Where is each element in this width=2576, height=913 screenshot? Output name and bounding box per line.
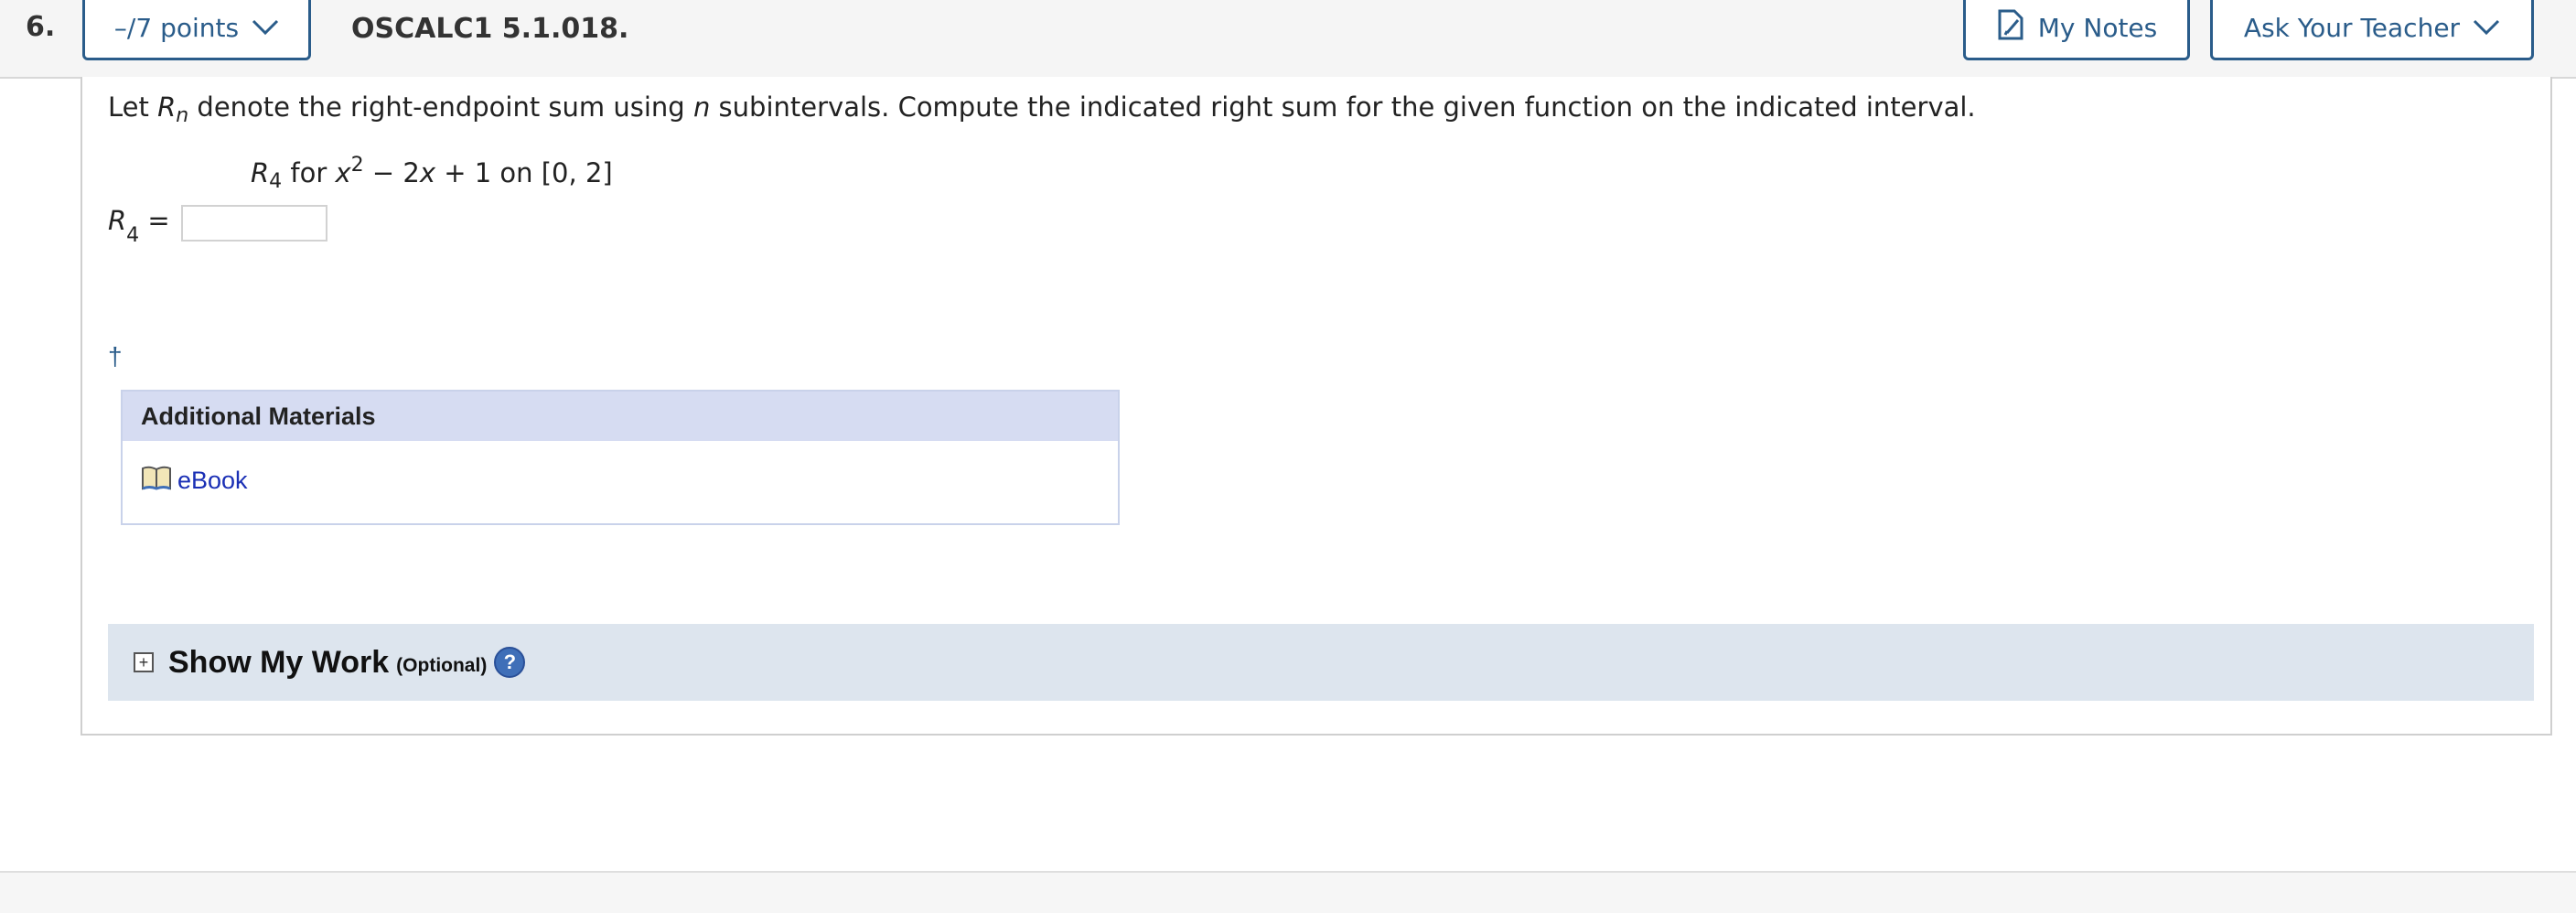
ebook-link[interactable]: eBook — [141, 465, 248, 497]
notes-icon — [1996, 9, 2025, 47]
ask-teacher-label: Ask Your Teacher — [2243, 12, 2461, 43]
question-header: 6. –/7 points OSCALC1 5.1.018. My Notes … — [0, 0, 2576, 79]
chevron-down-icon — [252, 19, 279, 36]
footnote-dagger: † — [108, 342, 123, 371]
my-notes-button[interactable]: My Notes — [1963, 0, 2190, 60]
book-icon — [141, 465, 172, 497]
my-notes-label: My Notes — [2037, 12, 2158, 43]
question-stem: Let Rn denote the right-endpoint sum usi… — [108, 91, 1976, 127]
materials-title: Additional Materials — [123, 392, 1118, 441]
answer-label: R4 = — [108, 205, 170, 247]
problem-expression: R4 for x2 − 2x + 1 on [0, 2] — [251, 154, 613, 193]
points-dropdown[interactable]: –/7 points — [82, 0, 311, 60]
ebook-label: eBook — [177, 467, 248, 494]
show-my-work-bar[interactable]: + Show My Work (Optional) ? — [108, 624, 2534, 701]
points-label: –/7 points — [113, 12, 240, 43]
chevron-down-icon — [2473, 19, 2500, 36]
show-my-work-title: Show My Work — [168, 644, 390, 680]
question-id: OSCALC1 5.1.018. — [351, 13, 629, 45]
answer-input[interactable] — [180, 205, 327, 242]
answer-row: R4 = — [108, 205, 327, 247]
ask-your-teacher-button[interactable]: Ask Your Teacher — [2210, 0, 2534, 60]
additional-materials-box: Additional Materials eBook — [121, 390, 1120, 525]
next-question-bar — [0, 871, 2576, 913]
expand-plus-icon[interactable]: + — [134, 652, 154, 672]
optional-label: (Optional) — [396, 655, 488, 676]
question-number: 6. — [26, 11, 56, 43]
help-icon[interactable]: ? — [494, 647, 526, 678]
